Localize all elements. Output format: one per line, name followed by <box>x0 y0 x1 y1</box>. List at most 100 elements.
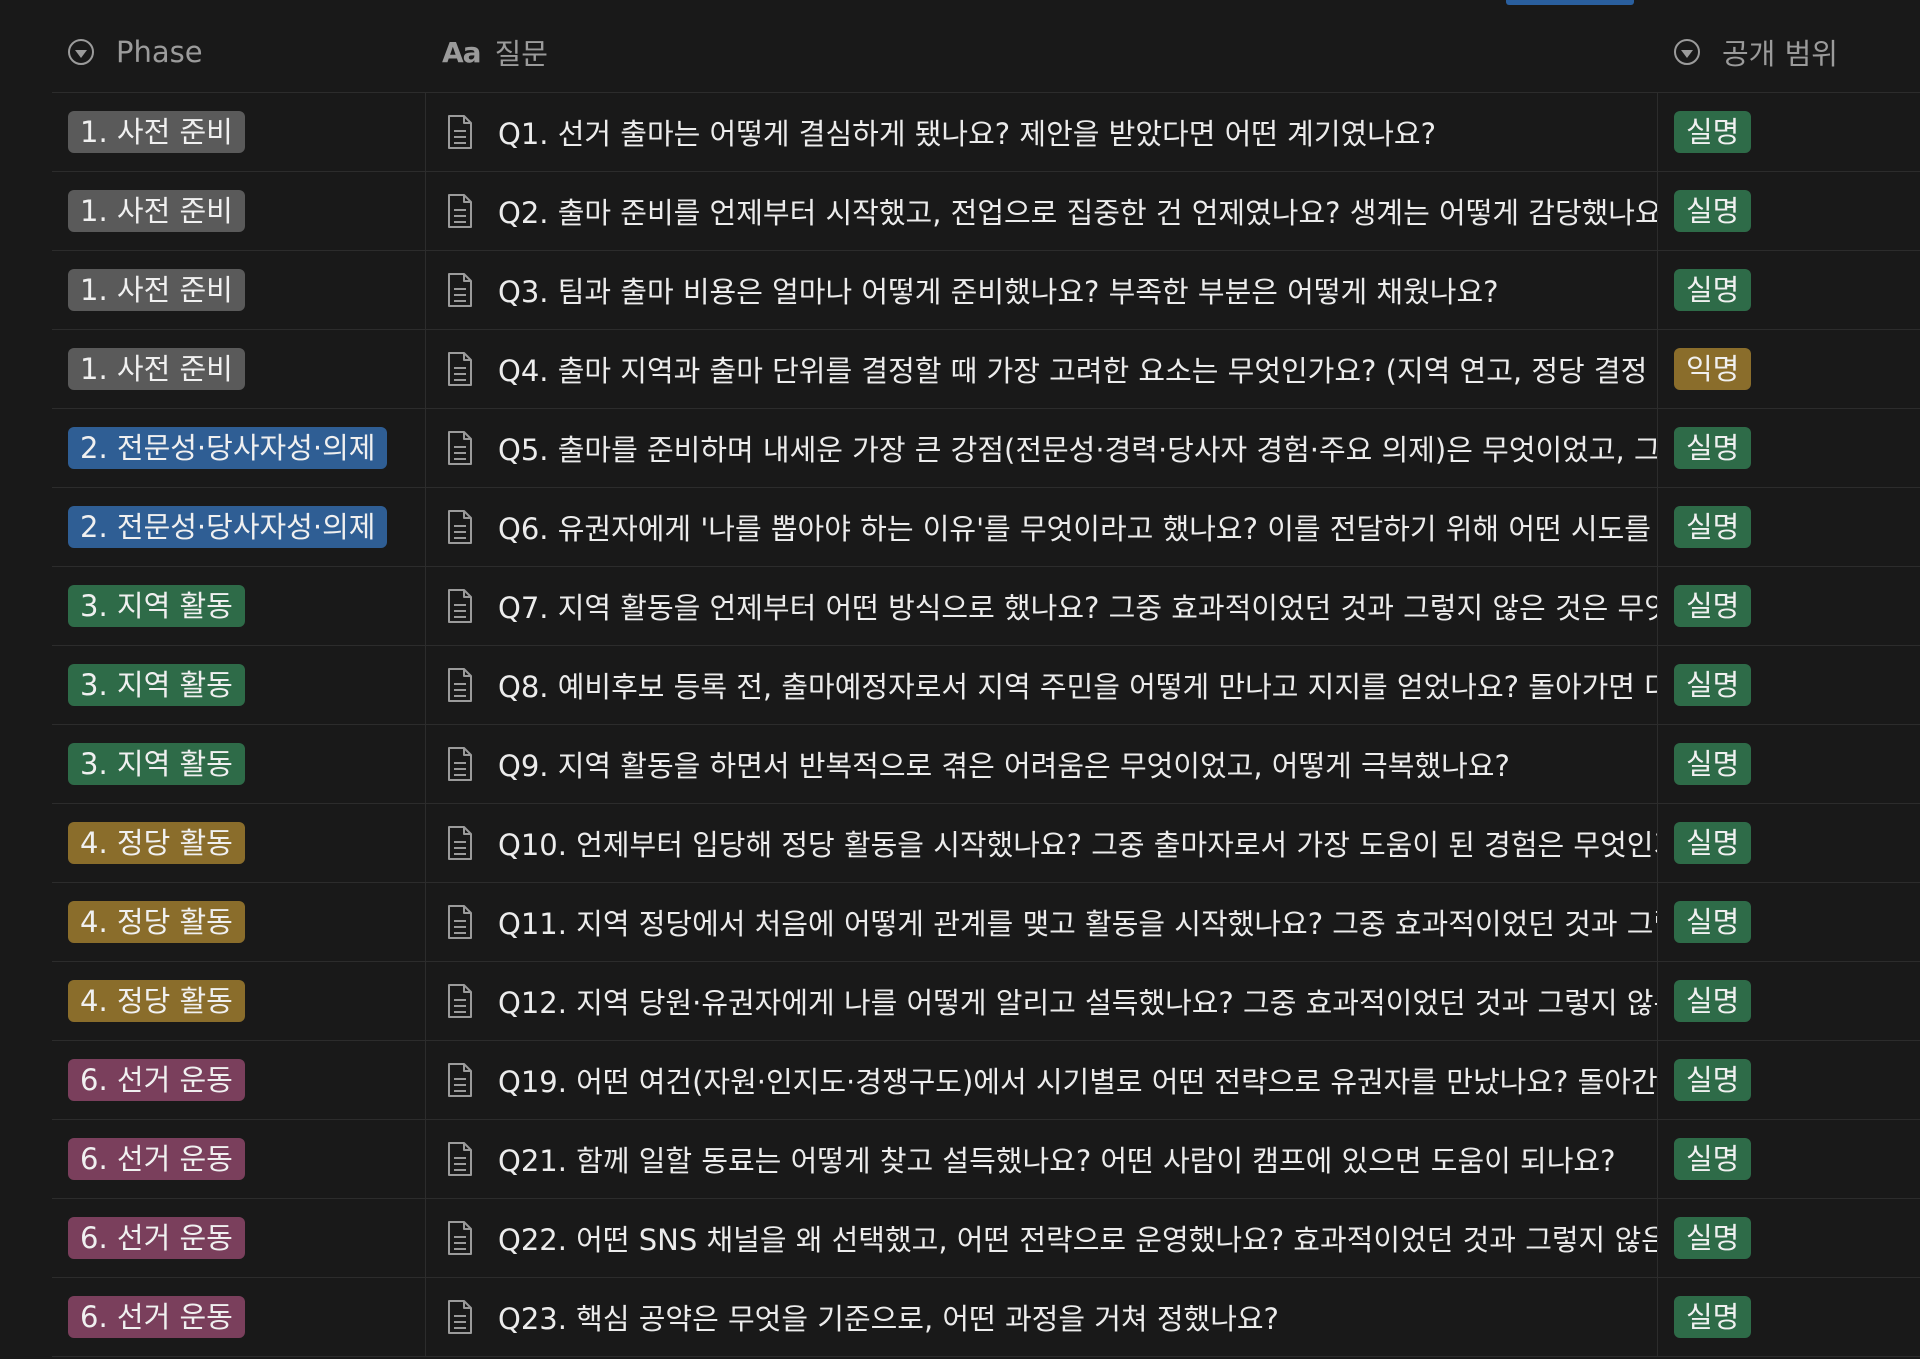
question-cell[interactable]: Q8. 예비후보 등록 전, 출마예정자로서 지역 주민을 어떻게 만나고 지지… <box>426 646 1658 724</box>
scope-cell[interactable]: 실명 <box>1658 172 1920 250</box>
question-cell[interactable]: Q10. 언제부터 입당해 정당 활동을 시작했나요? 그중 출마자로서 가장 … <box>426 804 1658 882</box>
phase-cell[interactable]: 6. 선거 운동 <box>52 1120 426 1198</box>
table-row[interactable]: 6. 선거 운동 Q19. 어떤 여건(자원·인지도·경쟁구도)에서 시기별로 어… <box>52 1041 1920 1120</box>
table-row[interactable]: 6. 선거 운동 Q21. 함께 일할 동료는 어떻게 찾고 설득했나요? 어떤 … <box>52 1120 1920 1199</box>
scope-tag: 실명 <box>1674 585 1752 627</box>
question-cell[interactable]: Q11. 지역 정당에서 처음에 어떻게 관계를 맺고 활동을 시작했나요? 그… <box>426 883 1658 961</box>
page-icon <box>446 667 474 703</box>
question-title[interactable]: Q2. 출마 준비를 언제부터 시작했고, 전업으로 집중한 건 언제였나요? … <box>498 190 1657 232</box>
table-row[interactable]: 4. 정당 활동 Q12. 지역 당원·유권자에게 나를 어떻게 알리고 설득했나… <box>52 962 1920 1041</box>
page-icon <box>446 430 474 466</box>
header-scope[interactable]: 공개 범위 <box>1658 12 1920 92</box>
table-row[interactable]: 3. 지역 활동 Q9. 지역 활동을 하면서 반복적으로 겪은 어려움은 무엇이… <box>52 725 1920 804</box>
question-cell[interactable]: Q22. 어떤 SNS 채널을 왜 선택했고, 어떤 전략으로 운영했나요? 효… <box>426 1199 1658 1277</box>
phase-cell[interactable]: 4. 정당 활동 <box>52 804 426 882</box>
scope-tag: 실명 <box>1674 664 1752 706</box>
table-row[interactable]: 1. 사전 준비 Q1. 선거 출마는 어떻게 결심하게 됐나요? 제안을 받았다… <box>52 93 1920 172</box>
question-cell[interactable]: Q23. 핵심 공약은 무엇을 기준으로, 어떤 과정을 거쳐 정했나요? <box>426 1278 1658 1356</box>
scope-cell[interactable]: 실명 <box>1658 1278 1920 1356</box>
question-title[interactable]: Q3. 팀과 출마 비용은 얼마나 어떻게 준비했나요? 부족한 부분은 어떻게… <box>498 269 1499 311</box>
phase-cell[interactable]: 6. 선거 운동 <box>52 1278 426 1356</box>
scope-cell[interactable]: 실명 <box>1658 725 1920 803</box>
scope-cell[interactable]: 실명 <box>1658 883 1920 961</box>
question-title[interactable]: Q22. 어떤 SNS 채널을 왜 선택했고, 어떤 전략으로 운영했나요? 효… <box>498 1217 1657 1259</box>
question-cell[interactable]: Q19. 어떤 여건(자원·인지도·경쟁구도)에서 시기별로 어떤 전략으로 유… <box>426 1041 1658 1119</box>
table-row[interactable]: 1. 사전 준비 Q3. 팀과 출마 비용은 얼마나 어떻게 준비했나요? 부족한… <box>52 251 1920 330</box>
question-title[interactable]: Q11. 지역 정당에서 처음에 어떻게 관계를 맺고 활동을 시작했나요? 그… <box>498 901 1657 943</box>
table-row[interactable]: 6. 선거 운동 Q22. 어떤 SNS 채널을 왜 선택했고, 어떤 전략으로 … <box>52 1199 1920 1278</box>
page-icon <box>446 825 474 861</box>
question-title[interactable]: Q4. 출마 지역과 출마 단위를 결정할 때 가장 고려한 요소는 무엇인가요… <box>498 348 1657 390</box>
phase-cell[interactable]: 1. 사전 준비 <box>52 330 426 408</box>
scope-cell[interactable]: 익명 <box>1658 330 1920 408</box>
table-row[interactable]: 1. 사전 준비 Q4. 출마 지역과 출마 단위를 결정할 때 가장 고려한 요… <box>52 330 1920 409</box>
scroll-indicator <box>1506 0 1634 5</box>
question-title[interactable]: Q12. 지역 당원·유권자에게 나를 어떻게 알리고 설득했나요? 그중 효과… <box>498 980 1657 1022</box>
question-cell[interactable]: Q2. 출마 준비를 언제부터 시작했고, 전업으로 집중한 건 언제였나요? … <box>426 172 1658 250</box>
scope-cell[interactable]: 실명 <box>1658 567 1920 645</box>
scope-cell[interactable]: 실명 <box>1658 488 1920 566</box>
phase-cell[interactable]: 1. 사전 준비 <box>52 172 426 250</box>
question-cell[interactable]: Q3. 팀과 출마 비용은 얼마나 어떻게 준비했나요? 부족한 부분은 어떻게… <box>426 251 1658 329</box>
table-row[interactable]: 3. 지역 활동 Q8. 예비후보 등록 전, 출마예정자로서 지역 주민을 어떻… <box>52 646 1920 725</box>
header-question[interactable]: Aa 질문 <box>52 12 1658 92</box>
table-row[interactable]: 2. 전문성·당사자성·의제 Q6. 유권자에게 '나를 뽑아야 하는 이유'를 … <box>52 488 1920 567</box>
scope-cell[interactable]: 실명 <box>1658 251 1920 329</box>
question-title[interactable]: Q10. 언제부터 입당해 정당 활동을 시작했나요? 그중 출마자로서 가장 … <box>498 822 1657 864</box>
scope-cell[interactable]: 실명 <box>1658 1041 1920 1119</box>
table-row[interactable]: 4. 정당 활동 Q10. 언제부터 입당해 정당 활동을 시작했나요? 그중 출… <box>52 804 1920 883</box>
question-title[interactable]: Q1. 선거 출마는 어떻게 결심하게 됐나요? 제안을 받았다면 어떤 계기였… <box>498 111 1436 153</box>
question-title[interactable]: Q5. 출마를 준비하며 내세운 가장 큰 강점(전문성·경력·당사자 경험·주… <box>498 427 1657 469</box>
phase-tag: 3. 지역 활동 <box>68 743 245 785</box>
question-cell[interactable]: Q6. 유권자에게 '나를 뽑아야 하는 이유'를 무엇이라고 했나요? 이를 … <box>426 488 1658 566</box>
question-title[interactable]: Q21. 함께 일할 동료는 어떻게 찾고 설득했나요? 어떤 사람이 캠프에 … <box>498 1138 1615 1180</box>
scope-tag: 실명 <box>1674 111 1752 153</box>
table-row[interactable]: 1. 사전 준비 Q2. 출마 준비를 언제부터 시작했고, 전업으로 집중한 건… <box>52 172 1920 251</box>
question-cell[interactable]: Q12. 지역 당원·유권자에게 나를 어떻게 알리고 설득했나요? 그중 효과… <box>426 962 1658 1040</box>
scope-tag: 실명 <box>1674 1059 1752 1101</box>
scope-cell[interactable]: 실명 <box>1658 409 1920 487</box>
page-icon <box>446 1062 474 1098</box>
table-row[interactable]: 4. 정당 활동 Q11. 지역 정당에서 처음에 어떻게 관계를 맺고 활동을 … <box>52 883 1920 962</box>
question-title[interactable]: Q7. 지역 활동을 언제부터 어떤 방식으로 했나요? 그중 효과적이었던 것… <box>498 585 1657 627</box>
phase-cell[interactable]: 6. 선거 운동 <box>52 1041 426 1119</box>
phase-cell[interactable]: 1. 사전 준비 <box>52 93 426 171</box>
phase-tag: 6. 선거 운동 <box>68 1217 245 1259</box>
page-icon <box>446 272 474 308</box>
question-cell[interactable]: Q4. 출마 지역과 출마 단위를 결정할 때 가장 고려한 요소는 무엇인가요… <box>426 330 1658 408</box>
scope-tag: 실명 <box>1674 980 1752 1022</box>
phase-cell[interactable]: 1. 사전 준비 <box>52 251 426 329</box>
phase-cell[interactable]: 6. 선거 운동 <box>52 1199 426 1277</box>
scope-cell[interactable]: 실명 <box>1658 646 1920 724</box>
phase-cell[interactable]: 2. 전문성·당사자성·의제 <box>52 409 426 487</box>
phase-tag: 1. 사전 준비 <box>68 348 245 390</box>
scope-tag: 실명 <box>1674 190 1752 232</box>
question-cell[interactable]: Q5. 출마를 준비하며 내세운 가장 큰 강점(전문성·경력·당사자 경험·주… <box>426 409 1658 487</box>
table-row[interactable]: 3. 지역 활동 Q7. 지역 활동을 언제부터 어떤 방식으로 했나요? 그중 … <box>52 567 1920 646</box>
question-title[interactable]: Q9. 지역 활동을 하면서 반복적으로 겪은 어려움은 무엇이었고, 어떻게 … <box>498 743 1510 785</box>
question-title[interactable]: Q8. 예비후보 등록 전, 출마예정자로서 지역 주민을 어떻게 만나고 지지… <box>498 664 1657 706</box>
question-cell[interactable]: Q21. 함께 일할 동료는 어떻게 찾고 설득했나요? 어떤 사람이 캠프에 … <box>426 1120 1658 1198</box>
phase-cell[interactable]: 3. 지역 활동 <box>52 567 426 645</box>
question-cell[interactable]: Q9. 지역 활동을 하면서 반복적으로 겪은 어려움은 무엇이었고, 어떻게 … <box>426 725 1658 803</box>
phase-cell[interactable]: 4. 정당 활동 <box>52 883 426 961</box>
question-title[interactable]: Q6. 유권자에게 '나를 뽑아야 하는 이유'를 무엇이라고 했나요? 이를 … <box>498 506 1657 548</box>
phase-cell[interactable]: 3. 지역 활동 <box>52 725 426 803</box>
page-icon <box>446 509 474 545</box>
question-title[interactable]: Q19. 어떤 여건(자원·인지도·경쟁구도)에서 시기별로 어떤 전략으로 유… <box>498 1059 1657 1101</box>
scope-cell[interactable]: 실명 <box>1658 1199 1920 1277</box>
scope-tag: 실명 <box>1674 822 1752 864</box>
phase-cell[interactable]: 2. 전문성·당사자성·의제 <box>52 488 426 566</box>
table-row[interactable]: 6. 선거 운동 Q23. 핵심 공약은 무엇을 기준으로, 어떤 과정을 거쳐 … <box>52 1278 1920 1357</box>
phase-cell[interactable]: 3. 지역 활동 <box>52 646 426 724</box>
scope-cell[interactable]: 실명 <box>1658 962 1920 1040</box>
scope-cell[interactable]: 실명 <box>1658 1120 1920 1198</box>
scope-cell[interactable]: 실명 <box>1658 93 1920 171</box>
table-row[interactable]: 2. 전문성·당사자성·의제 Q5. 출마를 준비하며 내세운 가장 큰 강점(전… <box>52 409 1920 488</box>
question-cell[interactable]: Q7. 지역 활동을 언제부터 어떤 방식으로 했나요? 그중 효과적이었던 것… <box>426 567 1658 645</box>
phase-cell[interactable]: 4. 정당 활동 <box>52 962 426 1040</box>
question-title[interactable]: Q23. 핵심 공약은 무엇을 기준으로, 어떤 과정을 거쳐 정했나요? <box>498 1296 1279 1338</box>
question-cell[interactable]: Q1. 선거 출마는 어떻게 결심하게 됐나요? 제안을 받았다면 어떤 계기였… <box>426 93 1658 171</box>
scope-cell[interactable]: 실명 <box>1658 804 1920 882</box>
phase-tag: 6. 선거 운동 <box>68 1059 245 1101</box>
